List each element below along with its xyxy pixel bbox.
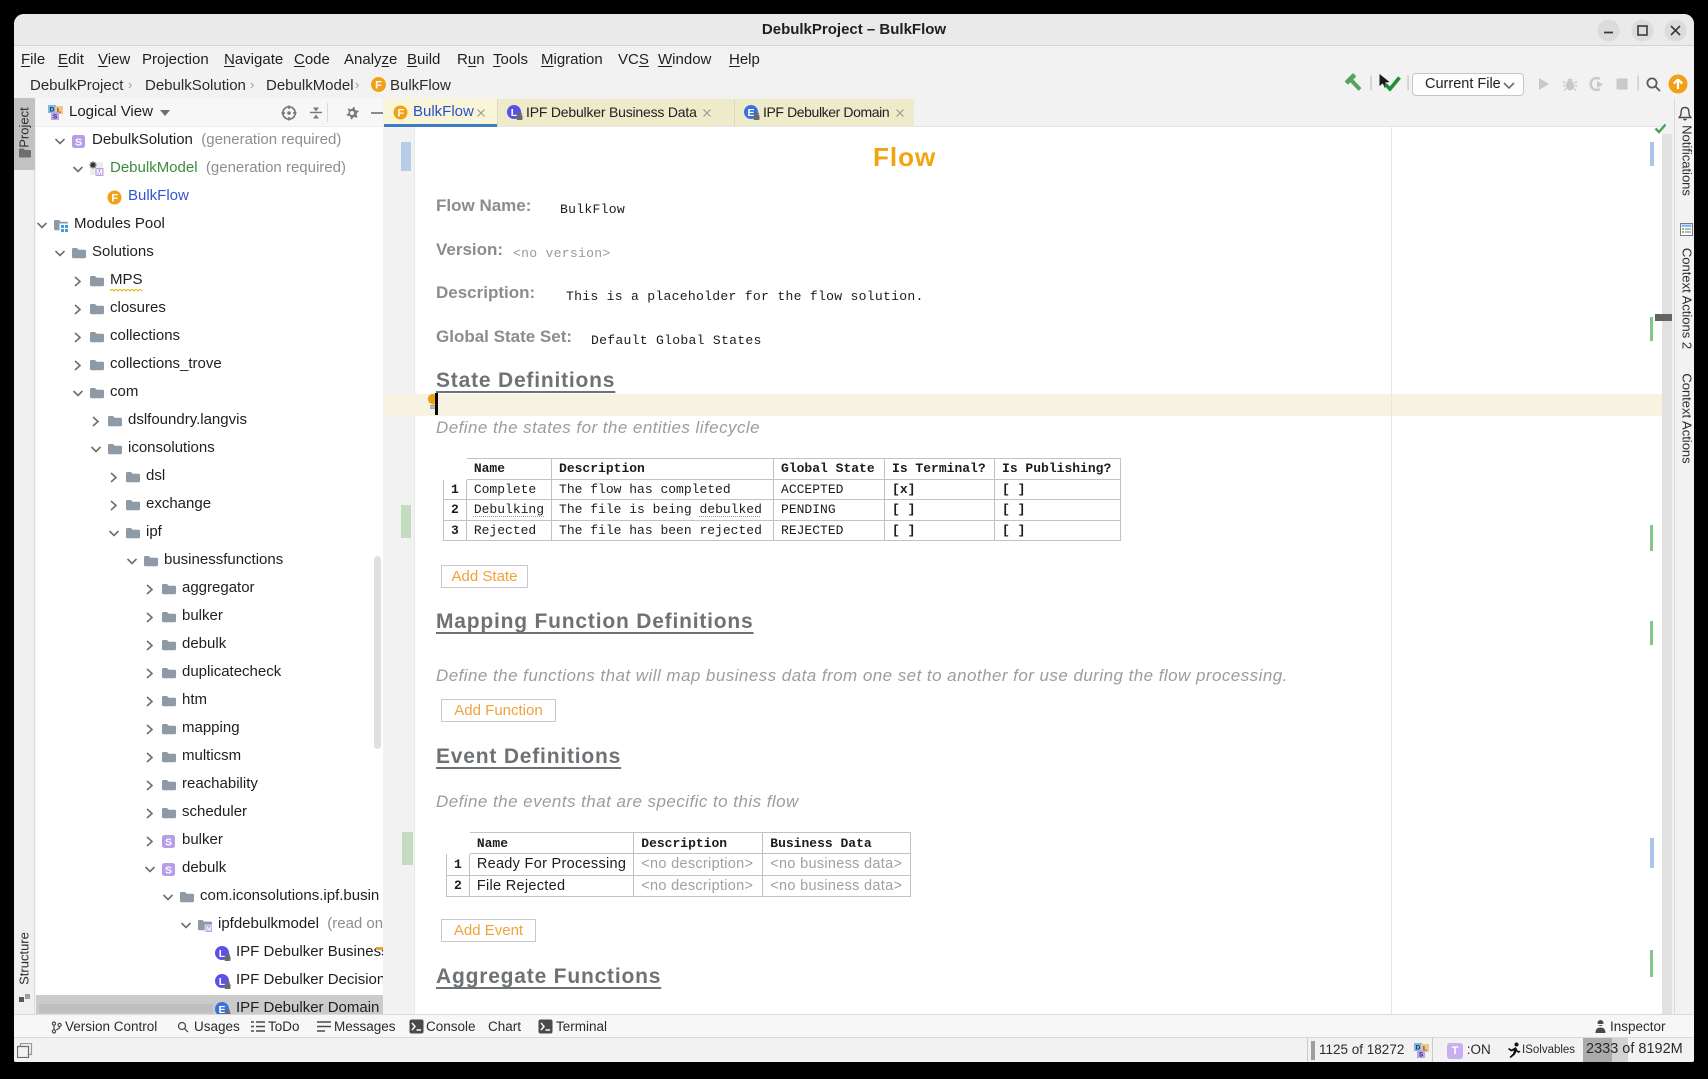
svg-text:M: M	[206, 926, 211, 932]
svg-text:F: F	[375, 80, 382, 92]
svg-text:E: E	[218, 1004, 225, 1014]
svg-text:F: F	[111, 193, 118, 205]
svg-text:S: S	[75, 136, 82, 148]
svg-text:S: S	[165, 836, 172, 848]
svg-text:S: S	[165, 864, 172, 876]
svg-text:E: E	[747, 107, 754, 119]
svg-text:M: M	[96, 168, 103, 177]
svg-text:F: F	[397, 108, 404, 120]
svg-text:S: S	[53, 114, 58, 121]
svg-text:S: S	[1419, 1052, 1424, 1059]
